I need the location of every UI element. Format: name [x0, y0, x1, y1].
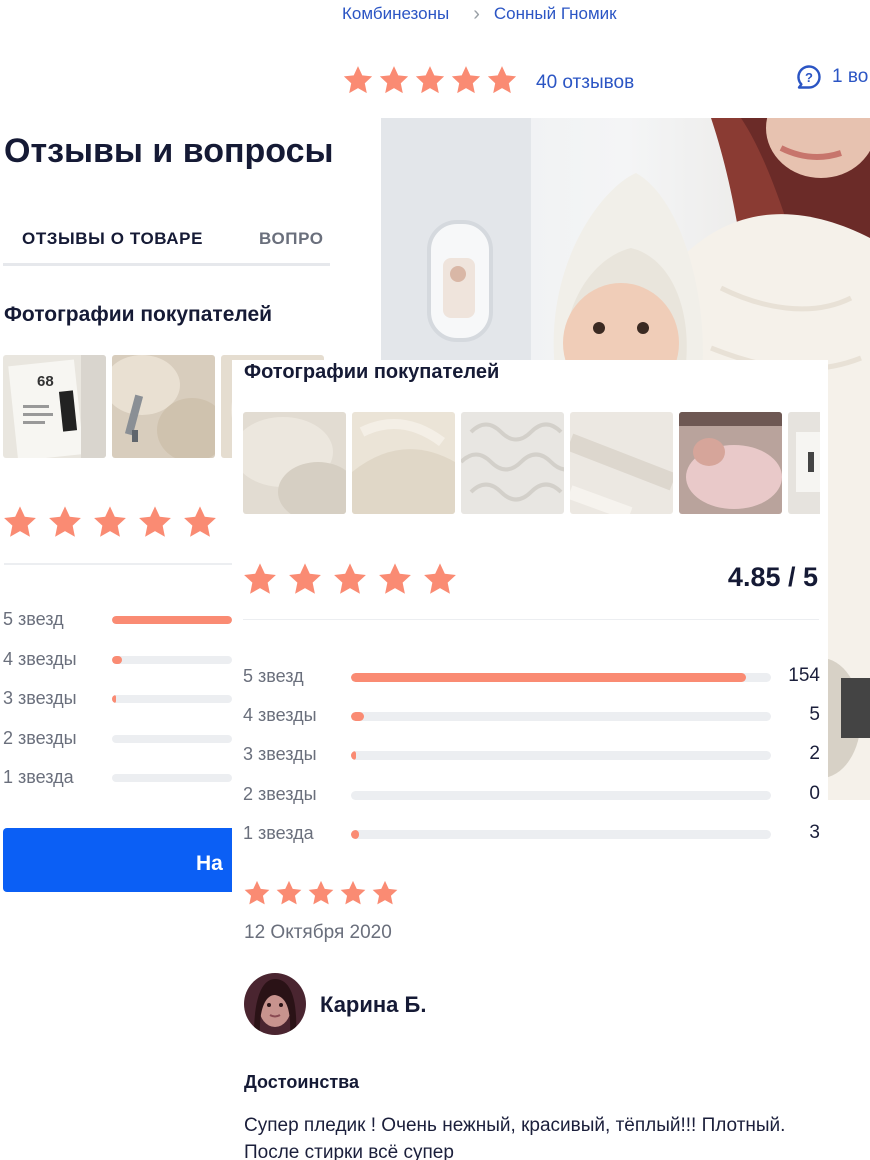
customer-photo-thumbnail[interactable] [352, 412, 455, 514]
reviews-count-link[interactable]: 40 отзывов [536, 72, 634, 94]
star-icon [307, 879, 335, 912]
divider [4, 563, 234, 565]
rating-row-count: 5 [809, 704, 820, 725]
star-icon [377, 561, 413, 602]
rating-bar [351, 751, 771, 760]
customer-photo-thumbnail[interactable] [570, 412, 673, 514]
tab-reviews[interactable]: ОТЗЫВЫ О ТОВАРЕ [22, 229, 203, 249]
write-review-button[interactable]: На [3, 828, 237, 892]
avatar [244, 973, 306, 1035]
questions-count: 1 во [832, 66, 869, 87]
rating-row-label: 1 звезда [243, 823, 314, 843]
review-pros-text: Супер пледик ! Очень нежный, красивый, т… [244, 1115, 786, 1160]
bg-rating-label-4: 4 звезды [3, 649, 77, 669]
svg-text:68: 68 [37, 373, 54, 390]
questions-link[interactable]: ? 1 во [796, 64, 868, 90]
star-icon [287, 561, 323, 602]
reviews-tabs: ОТЗЫВЫ О ТОВАРЕ ВОПРО [3, 216, 330, 266]
product-rating: 40 отзывов [342, 64, 634, 101]
customer-photo-thumbnail[interactable]: 68 [3, 355, 106, 458]
bg-rating-label-3: 3 звезды [3, 688, 77, 708]
rating-bar [351, 791, 771, 800]
rating-row-5[interactable]: 5 звезд 154 [243, 664, 820, 690]
review-author: Карина Б. [320, 992, 427, 1017]
star-icon [414, 64, 446, 101]
bg-rating-bar-1 [112, 774, 232, 782]
bg-rating-bar-4 [112, 656, 232, 664]
rating-row-4[interactable]: 4 звезды 5 [243, 703, 820, 729]
bg-rating-bar-3 [112, 695, 232, 703]
star-icon [371, 879, 399, 912]
write-review-button-label: На [196, 852, 223, 875]
chevron-right-icon: › [473, 2, 480, 25]
star-icon [47, 504, 83, 545]
star-icon [243, 879, 271, 912]
rating-row-label: 5 звезд [243, 666, 304, 686]
rating-row-count: 3 [809, 822, 820, 843]
rating-row-3[interactable]: 3 звезды 2 [243, 742, 820, 768]
product-rating-stars [342, 64, 522, 101]
rating-row-2[interactable]: 2 звезды 0 [243, 782, 820, 808]
customer-photo-thumbnail[interactable] [243, 412, 346, 514]
active-tab-indicator [3, 263, 240, 266]
breadcrumb-item-jumpsuits[interactable]: Комбинезоны [342, 4, 449, 24]
rating-row-label: 4 звезды [243, 705, 317, 725]
star-icon [182, 504, 218, 545]
rating-bar [351, 673, 771, 682]
star-icon [137, 504, 173, 545]
rating-row-count: 154 [788, 665, 820, 686]
breadcrumb: Комбинезоны › Сонный Гномик [342, 4, 617, 24]
bg-rating-label-2: 2 звезды [3, 728, 77, 748]
bg-rating-label-5: 5 звезд [3, 609, 64, 629]
average-rating-stars [242, 561, 467, 602]
bg-rating-bar-2 [112, 735, 232, 743]
bg-rating-label-1: 1 звезда [3, 767, 74, 787]
rating-bar [351, 830, 771, 839]
star-icon [378, 64, 410, 101]
star-icon [486, 64, 518, 101]
star-icon [2, 504, 38, 545]
review-pros-heading: Достоинства [244, 1072, 359, 1092]
average-score: 4.85 / 5 [727, 562, 818, 592]
tab-questions[interactable]: ВОПРО [259, 229, 324, 249]
star-icon [92, 504, 128, 545]
rating-row-count: 0 [809, 783, 820, 804]
review-date: 12 Октября 2020 [244, 922, 392, 943]
star-icon [332, 561, 368, 602]
review-stars [243, 879, 403, 912]
rating-row-label: 2 звезды [243, 784, 317, 804]
bg-rating-bar-5 [112, 616, 232, 624]
star-icon [450, 64, 482, 101]
svg-text:?: ? [805, 70, 813, 85]
customer-photos-heading: Фотографии покупателей [4, 303, 273, 326]
rating-row-count: 2 [809, 743, 820, 764]
star-icon [275, 879, 303, 912]
customer-photos-heading: Фотографии покупателей [244, 361, 500, 383]
star-icon [339, 879, 367, 912]
star-icon [422, 561, 458, 602]
customer-photo-thumbnail[interactable] [112, 355, 215, 458]
star-icon [242, 561, 278, 602]
divider [243, 619, 819, 620]
bg-average-stars [2, 504, 227, 545]
customer-photo-thumbnail[interactable] [679, 412, 782, 514]
rating-bar [351, 712, 771, 721]
rating-row-1[interactable]: 1 звезда 3 [243, 821, 820, 847]
customer-photos-strip [243, 412, 820, 514]
page-title: Отзывы и вопросы [4, 132, 334, 170]
question-bubble-icon: ? [797, 65, 821, 89]
customer-photo-thumbnail[interactable] [461, 412, 564, 514]
star-icon [342, 64, 374, 101]
rating-row-label: 3 звезды [243, 744, 317, 764]
customer-photo-thumbnail[interactable] [788, 412, 820, 514]
breadcrumb-item-product[interactable]: Сонный Гномик [494, 4, 617, 24]
reviews-panel: Фотографии покупателей 4.85 / 5 5 звезд [232, 360, 828, 1160]
